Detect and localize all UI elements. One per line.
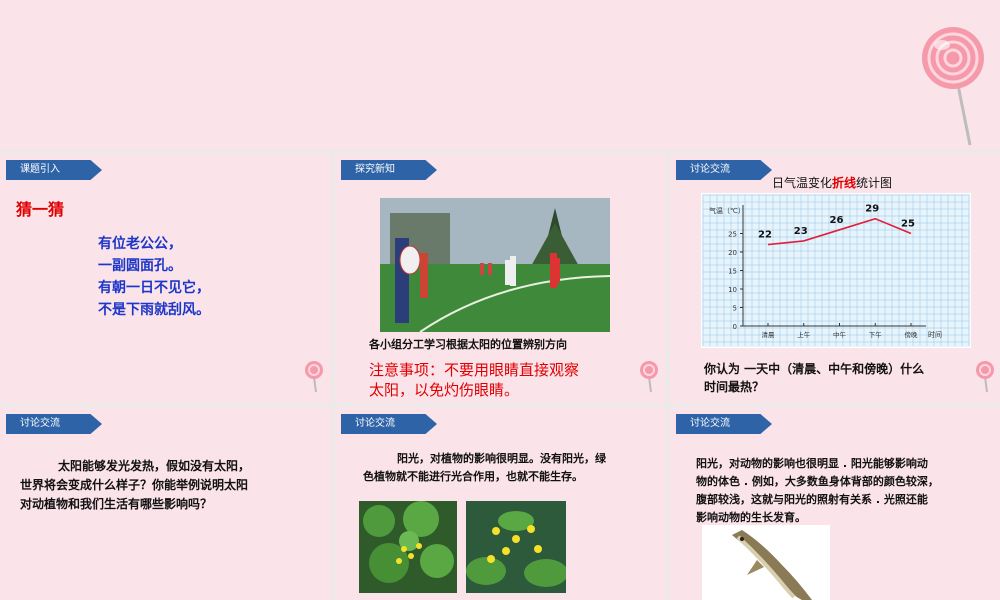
y-tick-label: 0 <box>733 323 737 331</box>
title-banner <box>0 0 1000 150</box>
x-tick-label: 上午 <box>797 330 811 339</box>
slide-explore[interactable]: 探究新知 各小组分工学习根据太阳的位置辨别方向 注意事项：不要用眼睛直接观察 太… <box>335 153 666 403</box>
plant-text: 阳光，对植物的影响很明显。没有阳光，绿 色植物就不能进行光合作用，也就不能生存。 <box>363 452 606 483</box>
slide-without-sun[interactable]: 讨论交流 太阳能够发光发热，假如没有太阳， 世界将会变成什么样子？你能举例说明太… <box>0 407 331 600</box>
y-tick-label: 15 <box>728 268 737 276</box>
section-tag: 讨论交流 <box>6 414 102 434</box>
data-label: 22 <box>758 230 772 241</box>
fish-photo <box>702 525 830 600</box>
riddle-text: 有位老公公， 一副圆面孔。 有朝一日不见它， 不是下雨就刮风。 <box>98 236 210 318</box>
temperature-line-chart: 气温（℃） 时间 0 5 10 15 20 25 清晨 上午 中午 下午 傍晚 22 23 26 29 25 <box>701 193 971 348</box>
lollipop-pin-icon <box>305 361 323 393</box>
slide-temperature-chart[interactable]: 讨论交流 日气温变化折线统计图 气温（℃） 时间 0 5 10 15 20 25 清晨 上午 中午 下… <box>670 153 1000 403</box>
x-tick-label: 傍晚 <box>905 330 919 339</box>
y-tick-label: 25 <box>728 231 737 239</box>
discussion-text: 太阳能够发光发热，假如没有太阳， 世界将会变成什么样子？你能举例说明太阳 对动植… <box>20 459 251 511</box>
water-plant-photo <box>466 501 566 593</box>
section-tag: 讨论交流 <box>676 414 772 434</box>
section-tag: 课题引入 <box>6 160 102 180</box>
data-label: 29 <box>865 204 879 215</box>
y-tick-label: 5 <box>733 305 737 313</box>
y-tick-label: 10 <box>728 286 737 294</box>
photo-caption: 各小组分工学习根据太阳的位置辨别方向 <box>369 338 567 351</box>
caution-note: 注意事项：不要用眼睛直接观察 太阳，以免灼伤眼睛。 <box>369 361 580 399</box>
slide-plants[interactable]: 讨论交流 阳光，对植物的影响很明显。没有阳光，绿 色植物就不能进行光合作用，也就… <box>335 407 666 600</box>
section-tag: 探究新知 <box>341 160 437 180</box>
slide-animals[interactable]: 讨论交流 阳光，对动物的影响也很明显 . 阳光能够影响动 物的体色 . 例如，大… <box>670 407 1000 600</box>
x-tick-label: 清晨 <box>762 330 776 339</box>
y-tick-label: 20 <box>728 249 737 257</box>
animal-text: 阳光，对动物的影响也很明显 . 阳光能够影响动 物的体色 . 例如，大多数鱼身体… <box>696 457 939 524</box>
data-label: 25 <box>901 219 915 230</box>
discussion-question: 你认为 一天中（清晨、中午和傍晚）什么 时间最热？ <box>704 362 925 394</box>
lollipop-pin-icon <box>976 361 994 393</box>
x-tick-label: 中午 <box>833 330 847 339</box>
lollipop-icon <box>922 27 984 146</box>
slide-riddle[interactable]: 课题引入 猜一猜 有位老公公， 一副圆面孔。 有朝一日不见它， 不是下雨就刮风。 <box>0 153 331 403</box>
lollipop-pin-icon <box>640 361 658 393</box>
data-label: 23 <box>794 226 808 237</box>
data-label: 26 <box>830 215 844 226</box>
x-axis-label: 时间 <box>928 330 942 339</box>
section-tag: 讨论交流 <box>676 160 772 180</box>
playground-photo <box>380 198 610 332</box>
section-tag: 讨论交流 <box>341 414 437 434</box>
x-tick-label: 下午 <box>869 330 883 339</box>
y-axis-label: 气温（℃） <box>709 206 745 215</box>
chart-title: 日气温变化折线统计图 <box>772 176 893 190</box>
lily-pad-photo <box>359 501 457 593</box>
slide-title: 猜一猜 <box>16 200 65 219</box>
